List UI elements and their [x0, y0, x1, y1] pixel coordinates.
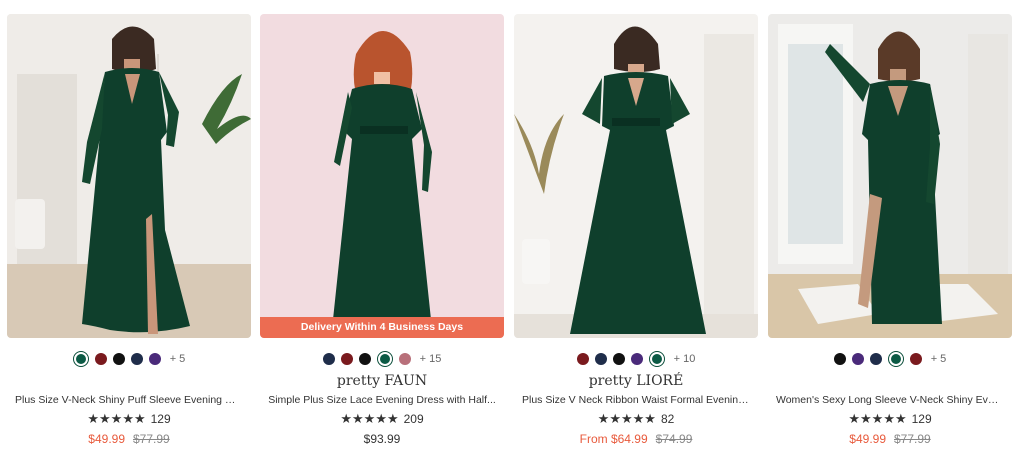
color-swatch[interactable]	[887, 351, 904, 367]
color-swatch[interactable]	[648, 351, 665, 367]
color-swatch[interactable]	[398, 353, 411, 365]
more-colors-link[interactable]: + 10	[674, 353, 696, 365]
current-price: $49.99	[88, 432, 125, 446]
color-swatch[interactable]	[630, 353, 643, 365]
star-icon: ★	[609, 411, 621, 426]
star-rating-icons: ★★★★★	[340, 410, 398, 428]
color-swatches: + 15	[260, 348, 504, 370]
product-title[interactable]: Simple Plus Size Lace Evening Dress with…	[260, 392, 504, 408]
product-image[interactable]: Delivery Within 4 Business Days	[260, 14, 504, 338]
star-icon: ★	[894, 411, 907, 426]
brand-name: pretty FAUN	[336, 373, 428, 389]
more-colors-link[interactable]: + 15	[420, 353, 442, 365]
color-swatch[interactable]	[322, 353, 335, 365]
color-swatches: + 5	[768, 348, 1012, 370]
star-icon: ★	[620, 411, 633, 426]
product-image[interactable]	[7, 14, 251, 338]
star-icon: ★	[386, 411, 399, 426]
current-price: From $64.99	[579, 432, 648, 446]
star-icon: ★	[644, 411, 656, 426]
rating: ★★★★★ 129	[768, 410, 1012, 428]
star-icon: ★	[110, 411, 123, 426]
price-row: $49.99 $77.99	[7, 430, 251, 448]
review-count: 129	[150, 412, 171, 426]
star-icon: ★	[122, 411, 134, 426]
star-icon: ★	[871, 411, 884, 426]
star-icon: ★	[99, 411, 111, 426]
color-swatch[interactable]	[112, 353, 125, 365]
star-icon: ★	[597, 411, 610, 426]
current-price: $49.99	[849, 432, 886, 446]
product-grid: + 5 Plus Size V-Neck Shiny Puff Sleeve E…	[0, 0, 1024, 450]
color-swatch[interactable]	[148, 353, 161, 365]
star-rating-icons: ★★★★★	[598, 410, 656, 428]
color-swatch[interactable]	[594, 353, 607, 365]
star-icon: ★	[848, 411, 860, 426]
rating: ★★★★★ 209	[260, 410, 504, 428]
product-card[interactable]: + 5 Women's Sexy Long Sleeve V-Neck Shin…	[768, 14, 1012, 448]
star-icon: ★	[860, 411, 872, 426]
color-swatch[interactable]	[909, 353, 922, 365]
product-title[interactable]: Plus Size V Neck Ribbon Waist Formal Eve…	[514, 392, 758, 408]
brand-name: pretty LIORÉ	[588, 373, 684, 389]
star-icon: ★	[632, 411, 645, 426]
current-price: $93.99	[363, 432, 401, 446]
product-title[interactable]: Women's Sexy Long Sleeve V-Neck Shiny Ev…	[768, 392, 1012, 408]
star-icon: ★	[375, 411, 387, 426]
rating: ★★★★★ 129	[7, 410, 251, 428]
color-swatch[interactable]	[833, 353, 846, 365]
delivery-banner: Delivery Within 4 Business Days	[260, 317, 504, 338]
star-icon: ★	[363, 411, 376, 426]
review-count: 209	[403, 412, 424, 426]
original-price: $74.99	[655, 432, 693, 446]
color-swatch[interactable]	[576, 353, 589, 365]
star-icon: ★	[87, 411, 99, 426]
star-rating-icons: ★★★★★	[87, 410, 145, 428]
more-colors-link[interactable]: + 5	[170, 353, 186, 365]
star-rating-icons: ★★★★★	[848, 410, 906, 428]
product-card[interactable]: Delivery Within 4 Business Days + 15 pre…	[260, 14, 504, 448]
color-swatch[interactable]	[94, 353, 107, 365]
color-swatch[interactable]	[130, 353, 143, 365]
star-icon: ★	[340, 411, 352, 426]
product-title[interactable]: Plus Size V-Neck Shiny Puff Sleeve Eveni…	[7, 392, 251, 408]
original-price: $77.99	[894, 432, 931, 446]
color-swatch[interactable]	[851, 353, 864, 365]
star-icon: ★	[133, 411, 146, 426]
more-colors-link[interactable]: + 5	[931, 353, 947, 365]
price-row: $49.99 $77.99	[768, 430, 1012, 448]
product-image[interactable]	[768, 14, 1012, 338]
review-count: 82	[660, 412, 675, 426]
original-price: $77.99	[133, 432, 170, 446]
rating: ★★★★★ 82	[514, 410, 758, 428]
product-image[interactable]	[514, 14, 758, 338]
color-swatch[interactable]	[376, 351, 393, 367]
star-icon: ★	[352, 411, 364, 426]
product-card[interactable]: + 5 Plus Size V-Neck Shiny Puff Sleeve E…	[7, 14, 251, 448]
product-card[interactable]: + 10 pretty LIORÉ Plus Size V Neck Ribbo…	[514, 14, 758, 448]
color-swatches: + 5	[7, 348, 251, 370]
color-swatch[interactable]	[358, 353, 371, 365]
color-swatch[interactable]	[72, 351, 89, 367]
color-swatches: + 10	[514, 348, 758, 370]
color-swatch[interactable]	[340, 353, 353, 365]
color-swatch[interactable]	[612, 353, 625, 365]
price-row: $93.99	[260, 430, 504, 448]
price-row: From $64.99 $74.99	[514, 430, 758, 448]
color-swatch[interactable]	[869, 353, 882, 365]
star-icon: ★	[883, 411, 895, 426]
review-count: 129	[911, 412, 932, 426]
